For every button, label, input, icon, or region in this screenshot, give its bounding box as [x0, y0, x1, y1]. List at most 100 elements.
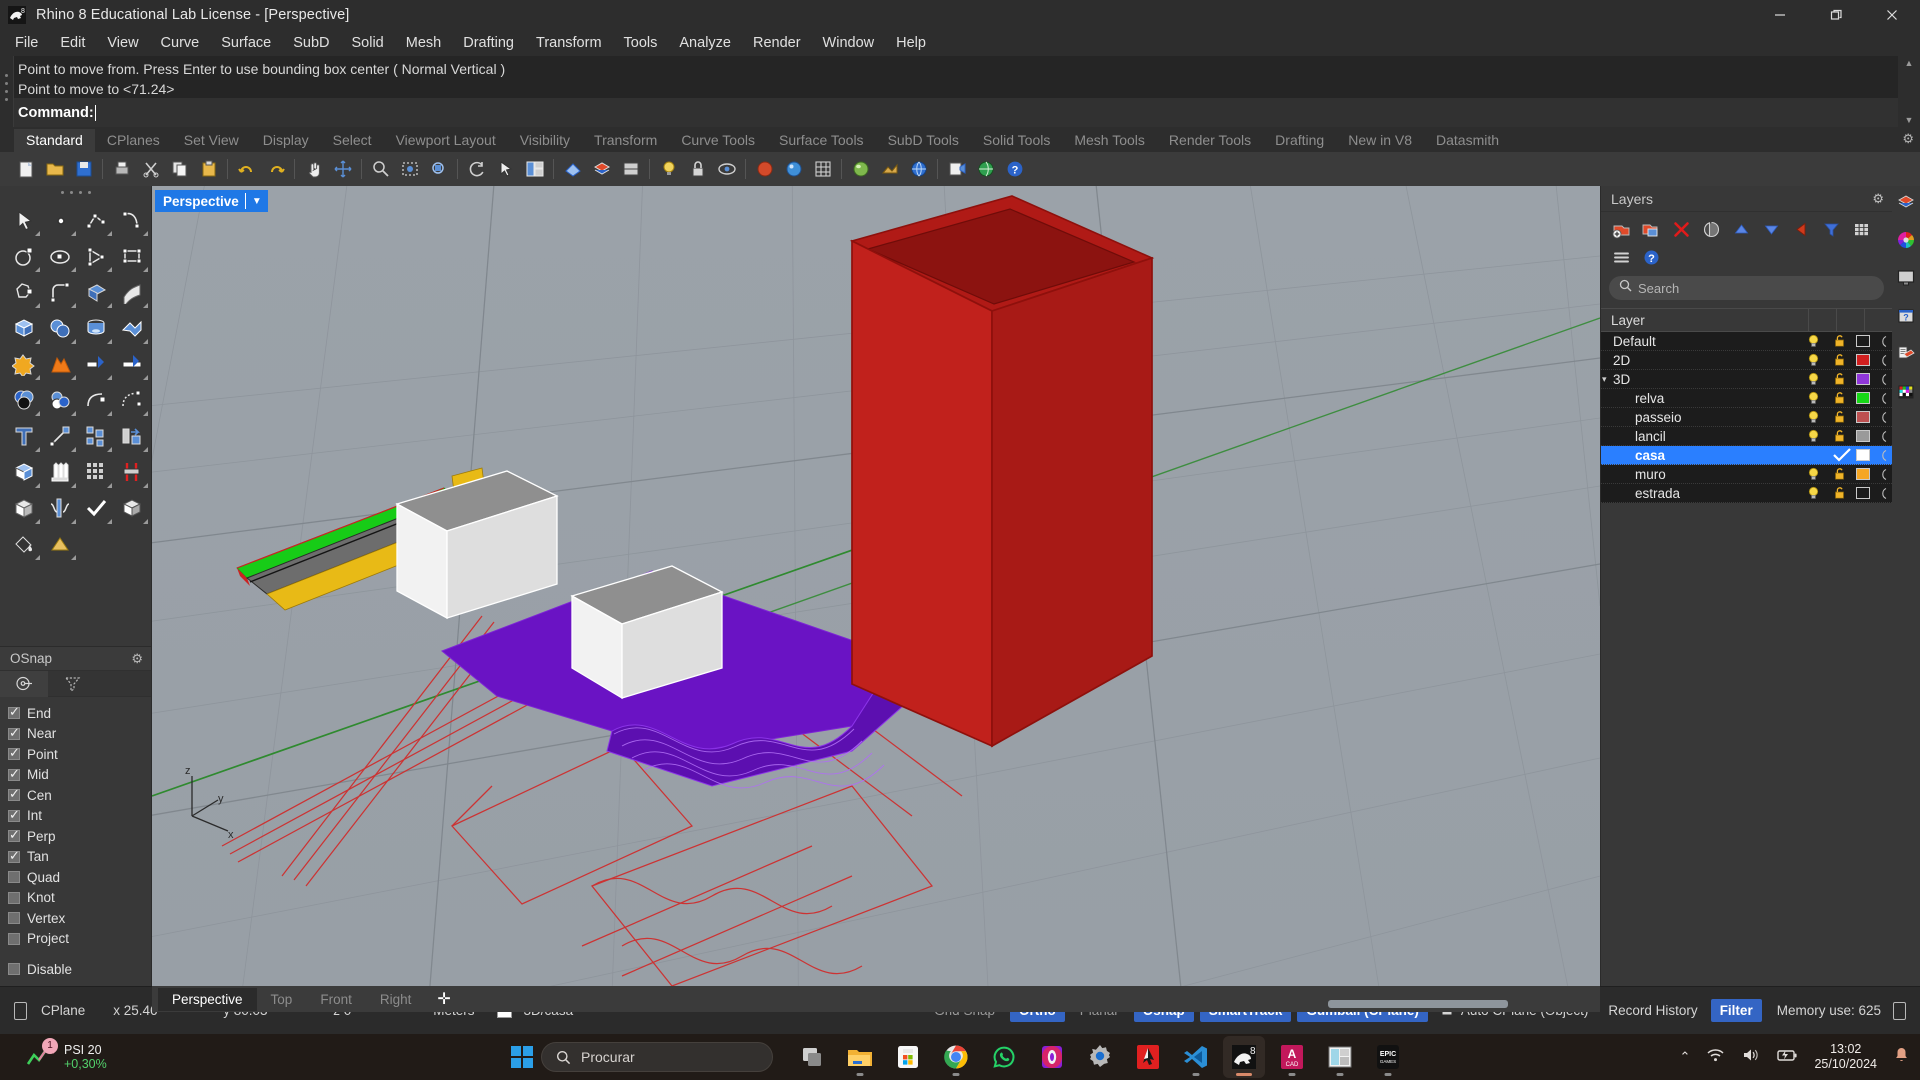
menu-solid[interactable]: Solid — [341, 32, 395, 54]
layer-material-swatch[interactable] — [1874, 354, 1892, 367]
grid-snap-icon[interactable] — [809, 156, 836, 183]
toolbar-tab-render-tools[interactable]: Render Tools — [1157, 129, 1263, 152]
shaded-display-icon[interactable] — [559, 156, 586, 183]
layer-color-swatch[interactable] — [1852, 354, 1874, 366]
toolbar-tab-display[interactable]: Display — [251, 129, 321, 152]
task-view-icon[interactable] — [791, 1036, 833, 1078]
perspective-viewport[interactable]: z y x Perspective ▼ — [152, 186, 1600, 986]
toolbar-tab-curve-tools[interactable]: Curve Tools — [669, 129, 767, 152]
copy-icon[interactable] — [166, 156, 193, 183]
viewport-layout-icon[interactable] — [521, 156, 548, 183]
print-icon[interactable] — [108, 156, 135, 183]
zoom-selected-icon[interactable] — [425, 156, 452, 183]
light-bulb-icon[interactable] — [655, 156, 682, 183]
minimize-button[interactable] — [1752, 0, 1808, 30]
layer-visibility-toggle[interactable] — [1800, 410, 1826, 424]
rectangle-icon[interactable] — [114, 238, 150, 274]
osnap-option-mid[interactable]: Mid — [8, 765, 151, 786]
select-arrow-icon[interactable] — [6, 202, 42, 238]
sketchup-icon[interactable] — [1319, 1036, 1361, 1078]
chevron-down-icon[interactable]: ▼ — [252, 196, 262, 207]
gear-icon[interactable]: ⚙ — [1902, 131, 1914, 147]
viewport-tab-right[interactable]: Right — [366, 988, 426, 1011]
menu-analyze[interactable]: Analyze — [668, 32, 742, 54]
layer-material-swatch[interactable] — [1874, 449, 1892, 462]
layers-tab-icon[interactable] — [1894, 190, 1918, 214]
properties-icon[interactable] — [943, 156, 970, 183]
osnap-option-near[interactable]: Near — [8, 724, 151, 745]
menu-drafting[interactable]: Drafting — [452, 32, 525, 54]
help-icon[interactable]: ? — [1637, 244, 1665, 270]
new-sublayer-icon[interactable] — [1637, 216, 1665, 242]
microsoft-store-icon[interactable] — [887, 1036, 929, 1078]
epic-games-icon[interactable]: EPIC GAMES — [1367, 1036, 1409, 1078]
wifi-icon[interactable] — [1706, 1047, 1725, 1068]
layer-expander-3d[interactable]: ▾ — [1602, 374, 1607, 385]
menu-transform[interactable]: Transform — [525, 32, 613, 54]
palette-grip[interactable] — [0, 186, 151, 198]
scroll-up-icon[interactable]: ▲ — [1905, 58, 1914, 68]
toolbar-tab-select[interactable]: Select — [321, 129, 384, 152]
layer-color-swatch[interactable] — [1852, 373, 1874, 385]
osnap-disable-checkbox[interactable] — [8, 963, 20, 976]
help-panel-icon[interactable]: ? — [1894, 304, 1918, 328]
layer-color-swatch[interactable] — [1852, 411, 1874, 423]
menu-window[interactable]: Window — [812, 32, 886, 54]
toolbar-tab-viewport-layout[interactable]: Viewport Layout — [384, 129, 508, 152]
chevron-up-icon[interactable]: ⌃ — [1680, 1049, 1691, 1065]
extrude-icon[interactable] — [42, 454, 78, 490]
menu-edit[interactable]: Edit — [49, 32, 96, 54]
layer-material-swatch[interactable] — [1874, 487, 1892, 500]
move-up-icon[interactable] — [1727, 216, 1755, 242]
osnap-checkbox-point[interactable] — [8, 745, 20, 761]
light-icon[interactable] — [42, 526, 78, 562]
new-layer-icon[interactable] — [1607, 216, 1635, 242]
filter-icon[interactable] — [48, 671, 96, 697]
filter-icon[interactable] — [1817, 216, 1845, 242]
toolbar-tab-mesh-tools[interactable]: Mesh Tools — [1062, 129, 1157, 152]
paste-icon[interactable] — [195, 156, 222, 183]
status-resize-handle[interactable] — [1893, 1001, 1920, 1020]
layer-row-casa[interactable]: casa — [1601, 446, 1892, 465]
circle-icon[interactable] — [6, 238, 42, 274]
zoom-extents-icon[interactable] — [396, 156, 423, 183]
extend-curve-icon[interactable] — [78, 382, 114, 418]
osnap-checkbox-knot[interactable] — [8, 891, 20, 904]
layer-lock-toggle[interactable] — [1826, 334, 1852, 348]
osnap-option-disable[interactable]: Disable — [8, 959, 151, 980]
texture-icon[interactable] — [876, 156, 903, 183]
polygon-icon[interactable] — [6, 274, 42, 310]
layer-lock-toggle[interactable] — [1826, 486, 1852, 500]
toolbar-tab-drafting[interactable]: Drafting — [1263, 129, 1336, 152]
layer-lock-toggle[interactable] — [1826, 429, 1852, 443]
menu-help[interactable]: Help — [885, 32, 937, 54]
opera-gx-icon[interactable] — [1031, 1036, 1073, 1078]
environment-icon[interactable] — [905, 156, 932, 183]
layer-row-3d[interactable]: ▾ 3D — [1601, 370, 1892, 389]
layer-material-swatch[interactable] — [1874, 430, 1892, 443]
cplane-icon[interactable] — [0, 1001, 27, 1020]
file-explorer-icon[interactable] — [839, 1036, 881, 1078]
osnap-option-point[interactable]: Point — [8, 744, 151, 765]
display-mode-icon[interactable] — [1894, 266, 1918, 290]
select-tool-icon[interactable] — [492, 156, 519, 183]
inkscape-icon[interactable] — [1127, 1036, 1169, 1078]
solid-tools-icon[interactable] — [6, 454, 42, 490]
layer-material-swatch[interactable] — [1874, 373, 1892, 386]
color-wheel-icon[interactable] — [1894, 228, 1918, 252]
menu-curve[interactable]: Curve — [150, 32, 211, 54]
check-object-icon[interactable] — [78, 490, 114, 526]
command-input[interactable]: Command: — [14, 98, 1898, 127]
split-icon[interactable] — [114, 346, 150, 382]
layer-visibility-toggle[interactable] — [1800, 467, 1826, 481]
menu-surface[interactable]: Surface — [210, 32, 282, 54]
layer-visibility-toggle[interactable] — [1800, 391, 1826, 405]
save-file-icon[interactable] — [70, 156, 97, 183]
notes-icon[interactable] — [1894, 342, 1918, 366]
layer-color-swatch[interactable] — [1852, 335, 1874, 347]
layer-color-swatch[interactable] — [1852, 430, 1874, 442]
osnap-option-quad[interactable]: Quad — [8, 867, 151, 888]
viewport-title-button[interactable]: Perspective ▼ — [155, 190, 268, 212]
paint-bucket-icon[interactable] — [6, 526, 42, 562]
move-icon[interactable] — [329, 156, 356, 183]
